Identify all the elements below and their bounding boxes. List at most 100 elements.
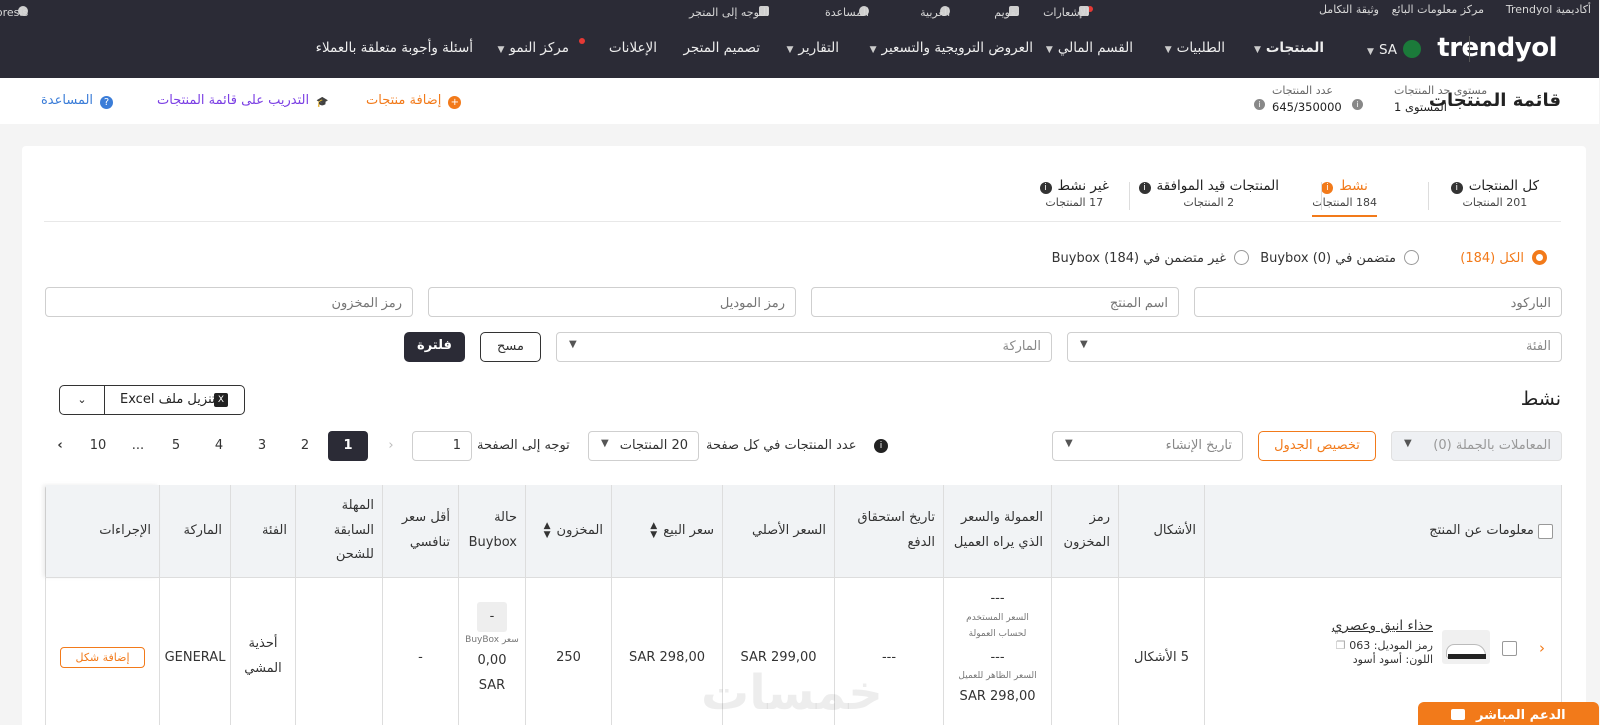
model-code-input[interactable] — [429, 287, 797, 317]
page-button[interactable]: 3 — [243, 431, 283, 461]
info-icon[interactable]: i — [875, 439, 889, 453]
trendyol-logo[interactable]: trendyol — [1438, 33, 1558, 63]
nav-label: الإعلانات — [609, 40, 658, 56]
training-label: التدريب على قائمة المنتجات — [158, 93, 311, 108]
sort-select[interactable]: تاريخ الإنشاء ▼ — [1053, 431, 1244, 461]
radio-in-buybox[interactable]: متضمن في Buybox (0) — [1261, 250, 1420, 266]
category-select[interactable]: الفئة ▼ — [1068, 332, 1563, 362]
nav-promotions[interactable]: العروض الترويجية والتسعير ▼ — [871, 40, 1034, 56]
buybox-currency: SAR — [479, 677, 507, 693]
chevron-down-icon[interactable]: ⌄ — [61, 386, 106, 414]
add-product-button[interactable]: + إضافة منتجات — [367, 93, 463, 109]
col-label: معلومات عن المنتج — [1430, 522, 1535, 538]
radio-indicator — [1533, 250, 1548, 265]
seller-info-link[interactable]: مركز معلومات البائع — [1393, 3, 1485, 16]
info-icon[interactable]: i — [1322, 182, 1335, 194]
copy-icon[interactable]: ❐ — [1337, 639, 1347, 652]
nav-label: تصميم المتجر — [684, 40, 761, 56]
radio-label: الكل — [1500, 251, 1525, 266]
customize-table-button[interactable]: تخصيص الجدول — [1259, 431, 1377, 461]
download-excel-button[interactable]: ⌄ تنزيل ملف Excel X — [60, 385, 246, 415]
info-icon[interactable]: i — [1040, 182, 1053, 194]
academy-link[interactable]: أكاديمية Trendyol — [1507, 3, 1592, 16]
cell-brand: GENERAL — [161, 577, 232, 725]
prev-page-button[interactable]: ‹ — [372, 431, 412, 461]
nav-store-design[interactable]: تصميم المتجر — [684, 40, 761, 56]
user-menu[interactable]: Casa presis ⌄ — [0, 3, 30, 19]
nav-customer-qa[interactable]: أسئلة وأجوبة متعلقة بالعملاء — [317, 40, 474, 56]
country-selector[interactable]: SA ▼ — [1368, 40, 1422, 58]
nav-orders[interactable]: الطلبيات ▼ — [1166, 40, 1226, 56]
page-button[interactable]: 1 — [329, 431, 369, 461]
tab-label: كل المنتجات — [1469, 178, 1540, 194]
nav-finance[interactable]: القسم المالي ▼ — [1047, 40, 1134, 56]
count-info-icon[interactable]: i — [1255, 96, 1266, 111]
help-label: المساعدة — [42, 93, 95, 108]
tab-pending-approval[interactable]: المنتجات قيد الموافقة i 2 المنتجات — [1139, 178, 1280, 209]
tab-label: نشط — [1340, 178, 1369, 194]
col-label: حالة Buybox — [469, 510, 518, 550]
store-label: التوجه إلى المتجر — [690, 6, 770, 19]
model-code-text: رمز الموديل: 063 — [1350, 639, 1434, 652]
add-variant-button[interactable]: إضافة شكل — [61, 646, 146, 668]
bulk-actions-select[interactable]: المعاملات بالجملة (0) ▼ — [1392, 431, 1563, 461]
row-checkbox[interactable] — [1503, 641, 1518, 656]
cell-stock: 250 — [527, 577, 613, 725]
next-page-button[interactable]: › — [41, 431, 81, 461]
tab-inactive[interactable]: غير نشط i 17 المنتجات — [1040, 178, 1110, 209]
per-page-value: 20 المنتجات — [620, 438, 689, 453]
nav-reports[interactable]: التقارير ▼ — [787, 40, 840, 56]
product-name[interactable]: حذاء انيق وعصري — [1333, 618, 1434, 634]
stock-code-input[interactable] — [46, 287, 414, 317]
nav-ads[interactable]: الإعلانات — [610, 40, 658, 56]
select-all-checkbox[interactable] — [1539, 523, 1554, 539]
sort-icon[interactable]: ▲ ▼ — [651, 522, 658, 540]
info-icon[interactable]: i — [1451, 182, 1464, 194]
help-button[interactable]: ? المساعدة — [42, 93, 115, 109]
goto-page-input[interactable]: 1 — [413, 431, 473, 461]
product-name-input[interactable] — [812, 287, 1180, 317]
nav-label: القسم المالي — [1058, 40, 1134, 56]
limit-info-icon[interactable]: i — [1353, 96, 1364, 111]
cell-commission: --- السعر المستخدم لحساب العمولة --- الس… — [945, 577, 1053, 725]
buybox-label: سعر BuyBox — [466, 635, 520, 645]
radio-all[interactable]: الكل (184) — [1461, 250, 1548, 266]
chevron-down-icon: ▼ — [1165, 45, 1173, 55]
nav-growth[interactable]: مركز النمو ▼ — [499, 40, 571, 56]
integration-link[interactable]: وثيقة التكامل — [1320, 3, 1380, 16]
col-stock: المخزون ▲ ▼ — [527, 485, 613, 577]
language-selector[interactable]: العربية ⌄ — [921, 3, 952, 19]
page-ellipsis: ... — [132, 438, 146, 453]
col-product-info: معلومات عن المنتج — [1206, 485, 1563, 577]
clear-button[interactable]: مسح — [481, 332, 542, 362]
cell-variants: 5 الأشكال — [1120, 577, 1206, 725]
radio-indicator — [1405, 250, 1420, 265]
training-link[interactable]: 🎓 التدريب على قائمة المنتجات — [158, 93, 330, 109]
radio-not-in-buybox[interactable]: غير متضمن في Buybox (184) — [1053, 250, 1250, 266]
chevron-down-icon: ▼ — [1046, 45, 1054, 55]
info-icon[interactable]: i — [1139, 182, 1152, 194]
chevron-down-icon: ▼ — [498, 45, 506, 55]
nav-products[interactable]: المنتجات ▼ — [1255, 40, 1325, 56]
tab-all-products[interactable]: كل المنتجات i 201 المنتجات — [1451, 178, 1540, 209]
calendar-label: تقويم — [995, 6, 1020, 19]
brand-select[interactable]: الماركة ▼ — [557, 332, 1053, 362]
col-sale-price: سعر البيع ▲ ▼ — [613, 485, 724, 577]
col-lead-time: المهلة السابقة للشحن — [297, 485, 384, 577]
live-support-button[interactable]: الدعم المباشر — [1419, 702, 1600, 725]
filter-button[interactable]: فلترة — [405, 332, 466, 362]
page-button[interactable]: 10 — [79, 431, 119, 461]
col-label: الإجراءات — [100, 522, 152, 538]
expand-row-chevron[interactable]: ‹ — [1540, 639, 1546, 657]
product-thumbnail[interactable] — [1443, 630, 1491, 664]
chevron-down-icon: ▼ — [1368, 47, 1375, 57]
page-button[interactable]: 2 — [286, 431, 326, 461]
commission-price: SAR 298,00 — [960, 689, 1037, 705]
sort-icon[interactable]: ▲ ▼ — [545, 522, 552, 540]
barcode-input[interactable] — [1195, 287, 1563, 317]
page-button[interactable]: 5 — [157, 431, 197, 461]
tab-divider — [1322, 182, 1323, 210]
sort-label: تاريخ الإنشاء — [1166, 438, 1233, 453]
page-button[interactable]: 4 — [200, 431, 240, 461]
per-page-select[interactable]: 20 المنتجات ▼ — [589, 431, 700, 461]
